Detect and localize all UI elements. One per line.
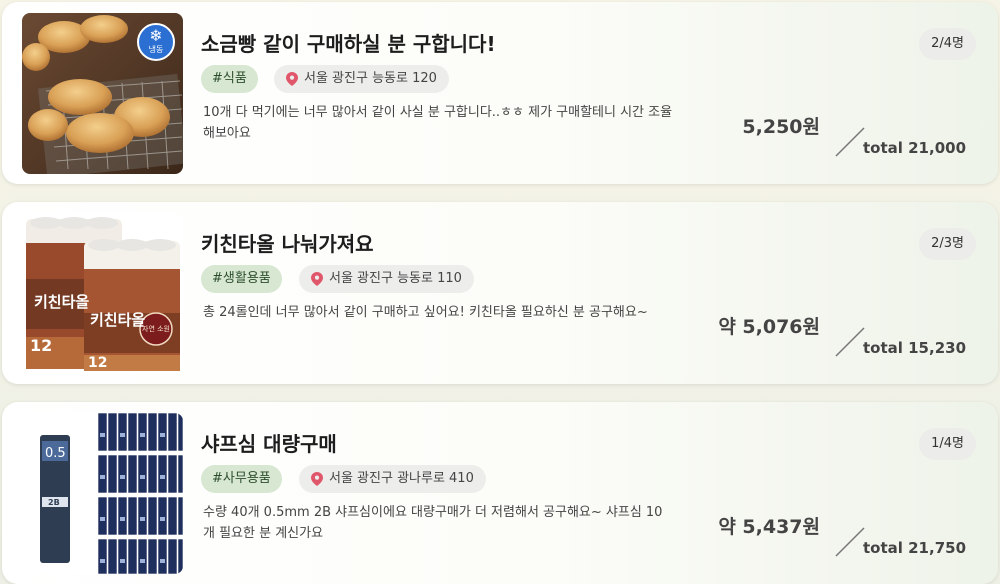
- total-price: total 15,230: [862, 339, 966, 357]
- category-tag[interactable]: #사무용품: [201, 465, 282, 493]
- location-chip[interactable]: 서울 광진구 광나루로 410: [299, 465, 486, 493]
- post-card[interactable]: ❄ 냉동 소금빵 같이 구매하실 분 구합니다! 2/4명 #식품 서울 광진구…: [2, 2, 998, 184]
- thumb-grade-text: 2B: [48, 498, 60, 507]
- post-description: 10개 다 먹기에는 너무 많아서 같이 사실 분 구합니다..ㅎㅎ 제가 구매…: [203, 105, 673, 141]
- snowflake-icon: ❄: [149, 26, 163, 45]
- divider-slash: [835, 327, 865, 357]
- category-tag[interactable]: #생활용품: [201, 265, 282, 293]
- product-thumbnail[interactable]: ❄ 냉동: [22, 13, 183, 174]
- svg-text:12: 12: [88, 355, 107, 371]
- divider-slash: [835, 527, 865, 557]
- location-pin-icon: [311, 472, 323, 486]
- frozen-badge: ❄ 냉동: [137, 23, 175, 61]
- location-pin-icon: [311, 272, 323, 286]
- post-title[interactable]: 소금빵 같이 구매하실 분 구합니다!: [201, 28, 496, 57]
- participant-count-badge: 2/3명: [919, 228, 976, 260]
- thumb-brand-text: 키친타올: [90, 311, 145, 329]
- thumb-brand-text: 키친타올: [34, 293, 89, 311]
- svg-text:12: 12: [30, 336, 52, 355]
- post-card[interactable]: 0.5 2B 샤프심 대량구매 1/4명 #사무용품 서울 광진구 광나루로 4…: [2, 402, 998, 584]
- location-text: 서울 광진구 능동로 110: [329, 271, 462, 286]
- price-per-person: 약 5,437원: [718, 516, 820, 538]
- price-per-person: 약 5,076원: [718, 316, 820, 338]
- total-price: total 21,000: [862, 139, 966, 157]
- post-description: 총 24롤인데 너무 많아서 같이 구매하고 싶어요! 키친타올 필요하신 분 …: [203, 305, 648, 320]
- total-price: total 21,750: [862, 539, 966, 557]
- post-title[interactable]: 키친타올 나눠가져요: [201, 228, 374, 257]
- product-thumbnail[interactable]: 키친타올 키친타올 자연 소원 12 12: [22, 213, 183, 374]
- thumb-seal-text: 자연 소원: [142, 324, 170, 333]
- participant-count-badge: 2/4명: [919, 28, 976, 60]
- location-text: 서울 광진구 광나루로 410: [329, 471, 474, 486]
- location-chip[interactable]: 서울 광진구 능동로 110: [299, 265, 474, 293]
- divider-slash: [835, 127, 865, 157]
- location-text: 서울 광진구 능동로 120: [304, 71, 437, 86]
- category-tag[interactable]: #식품: [201, 65, 258, 93]
- product-thumbnail[interactable]: 0.5 2B: [22, 413, 183, 574]
- participant-count-badge: 1/4명: [919, 428, 976, 460]
- frozen-badge-label: 냉동: [148, 45, 164, 54]
- post-card[interactable]: 키친타올 키친타올 자연 소원 12 12 키친타올 나눠가져요 2/3명 #생…: [2, 202, 998, 384]
- price-per-person: 5,250원: [742, 116, 820, 138]
- thumb-size-text: 0.5: [45, 446, 66, 461]
- location-pin-icon: [286, 72, 298, 86]
- location-chip[interactable]: 서울 광진구 능동로 120: [274, 65, 449, 93]
- post-description: 수량 40개 0.5mm 2B 샤프심이에요 대량구매가 더 저렴해서 공구해요…: [203, 505, 663, 541]
- post-title[interactable]: 샤프심 대량구매: [201, 428, 337, 457]
